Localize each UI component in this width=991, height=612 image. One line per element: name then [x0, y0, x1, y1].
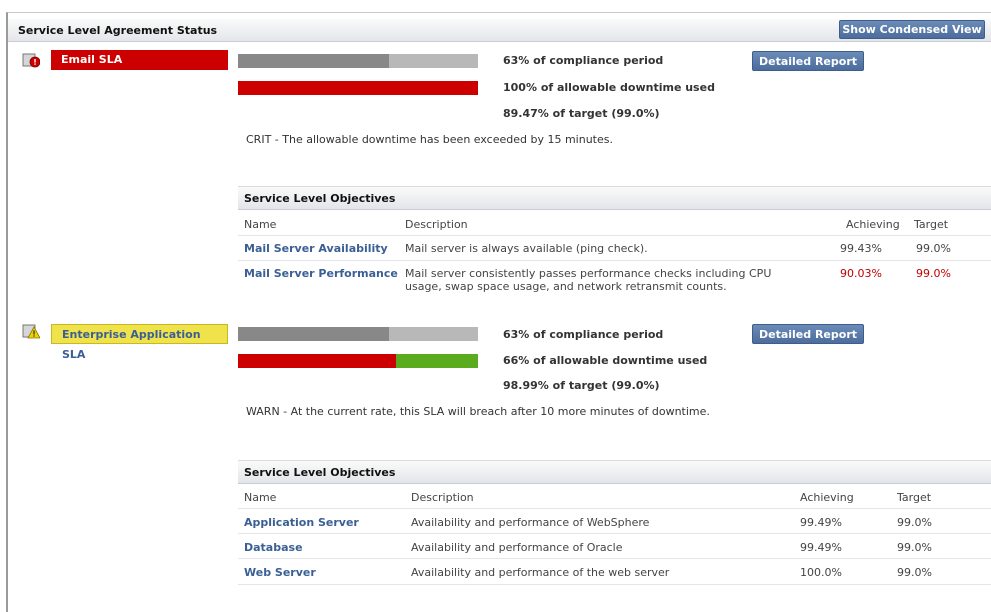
- objective-link[interactable]: Mail Server Performance: [244, 267, 398, 280]
- objective-description-continued: usage, swap space usage, and network ret…: [405, 280, 727, 293]
- critical-alert-icon: [22, 53, 40, 68]
- column-description: Description: [411, 491, 474, 504]
- target-text: 89.47% of target (99.0%): [503, 107, 660, 120]
- objective-achieving: 99.49%: [800, 541, 842, 554]
- objective-target: 99.0%: [897, 541, 932, 554]
- sla-status-message: WARN - At the current rate, this SLA wil…: [246, 405, 710, 418]
- objective-link[interactable]: Application Server: [244, 516, 359, 529]
- slo-header: Service Level Objectives: [238, 460, 991, 484]
- column-name: Name: [244, 218, 277, 231]
- objective-target: 99.0%: [916, 267, 951, 280]
- column-name: Name: [244, 491, 277, 504]
- downtime-text: 100% of allowable downtime used: [503, 81, 715, 94]
- show-condensed-view-button[interactable]: Show Condensed View: [839, 20, 985, 39]
- compliance-period-bar: [238, 327, 478, 341]
- slo-title: Service Level Objectives: [244, 466, 396, 479]
- objective-target: 99.0%: [897, 516, 932, 529]
- objective-description: Mail server is always available (ping ch…: [405, 242, 648, 255]
- objective-link[interactable]: Database: [244, 541, 303, 554]
- objective-description: Availability and performance of WebSpher…: [411, 516, 650, 529]
- row-divider: [238, 584, 991, 585]
- warning-alert-icon: [22, 324, 40, 339]
- compliance-period-elapsed: [238, 327, 390, 341]
- row-divider: [238, 558, 991, 559]
- compliance-period-bar: [238, 54, 478, 68]
- downtime-text: 66% of allowable downtime used: [503, 354, 708, 367]
- target-text: 98.99% of target (99.0%): [503, 379, 660, 392]
- downtime-bar: [238, 81, 478, 95]
- row-divider: [238, 508, 991, 509]
- objective-description: Mail server consistently passes performa…: [405, 267, 772, 280]
- row-divider: [238, 260, 991, 261]
- slo-title: Service Level Objectives: [244, 192, 396, 205]
- downtime-used: [238, 354, 397, 368]
- compliance-period-text: 63% of compliance period: [503, 54, 664, 67]
- downtime-used: [238, 81, 478, 95]
- downtime-bar: [238, 354, 478, 368]
- slo-header: Service Level Objectives: [238, 186, 991, 210]
- column-target: Target: [914, 218, 949, 231]
- row-divider: [238, 533, 991, 534]
- objective-target: 99.0%: [897, 566, 932, 579]
- column-achieving: Achieving: [800, 491, 854, 504]
- compliance-period-elapsed: [238, 54, 390, 68]
- detailed-report-button-enterprise[interactable]: Detailed Report: [752, 324, 864, 344]
- panel-header: Service Level Agreement Status Show Cond…: [8, 19, 991, 42]
- sla-name-enterprise-application[interactable]: Enterprise Application SLA: [51, 324, 228, 361]
- objective-achieving: 99.43%: [840, 242, 882, 255]
- column-achieving: Achieving: [846, 218, 900, 231]
- detailed-report-button-email[interactable]: Detailed Report: [752, 51, 864, 71]
- compliance-period-text: 63% of compliance period: [503, 328, 664, 341]
- sla-name-email[interactable]: Email SLA: [51, 50, 228, 70]
- objective-achieving: 99.49%: [800, 516, 842, 529]
- objective-description: Availability and performance of the web …: [411, 566, 670, 579]
- row-divider: [238, 235, 991, 236]
- objective-link[interactable]: Web Server: [244, 566, 316, 579]
- sla-status-message: CRIT - The allowable downtime has been e…: [246, 133, 613, 146]
- objective-description: Availability and performance of Oracle: [411, 541, 623, 554]
- objective-achieving: 100.0%: [800, 566, 842, 579]
- objective-target: 99.0%: [916, 242, 951, 255]
- column-description: Description: [405, 218, 468, 231]
- objective-achieving: 90.03%: [840, 267, 882, 280]
- column-target: Target: [897, 491, 932, 504]
- objective-link[interactable]: Mail Server Availability: [244, 242, 388, 255]
- panel-title: Service Level Agreement Status: [18, 24, 218, 37]
